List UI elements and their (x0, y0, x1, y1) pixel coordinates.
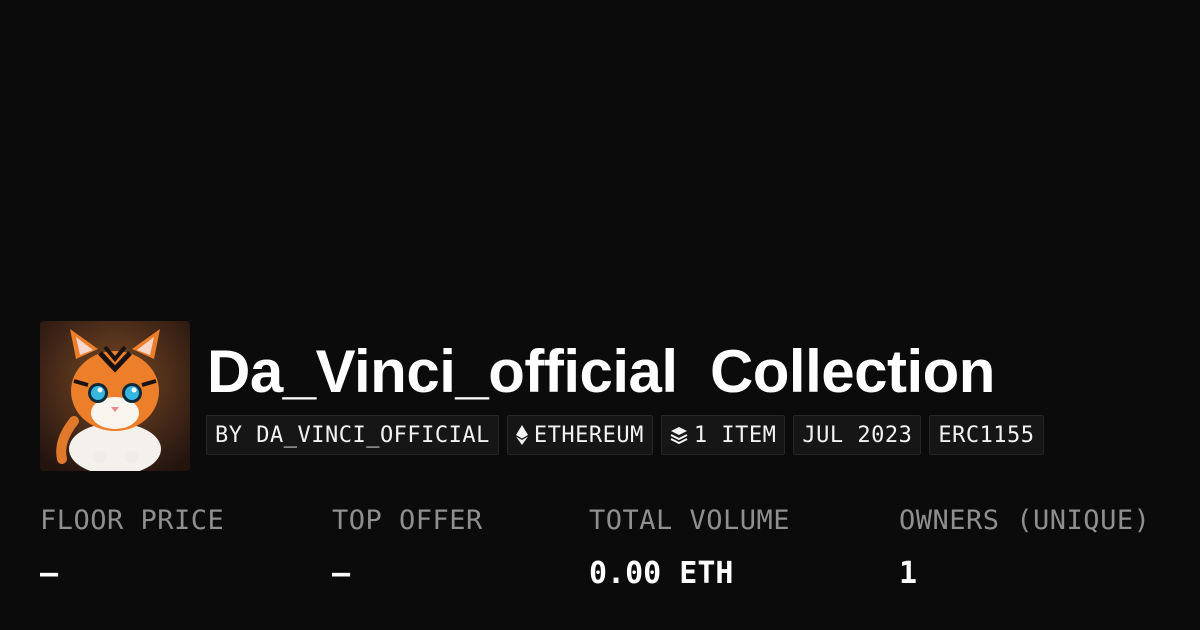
standard-chip: ERC1155 (929, 415, 1044, 455)
collection-title: Da_Vinci_official Collection (207, 334, 995, 410)
collection-suffix: Collection (709, 338, 996, 405)
floor-price-value: — (40, 556, 59, 591)
chain-label: ETHEREUM (533, 422, 644, 448)
date-label: JUL 2023 (802, 422, 913, 448)
floor-price-stat: FLOOR PRICE — (40, 503, 224, 592)
top-offer-stat: TOP OFFER — (332, 503, 483, 592)
top-offer-label: TOP OFFER (332, 505, 483, 536)
items-label: 1 ITEM (693, 422, 777, 448)
collection-name[interactable]: Da_Vinci_official (207, 338, 678, 405)
owners-value: 1 (899, 556, 918, 591)
floor-price-label: FLOOR PRICE (40, 505, 225, 536)
collection-chips: BY DA_VINCI_OFFICIAL ETHEREUM 1 ITEM JUL… (206, 415, 1044, 455)
owners-stat: OWNERS (UNIQUE) 1 (899, 503, 1150, 592)
ethereum-icon (515, 425, 528, 445)
standard-label: ERC1155 (938, 422, 1035, 448)
layers-icon (670, 427, 688, 444)
creator-chip[interactable]: BY DA_VINCI_OFFICIAL (206, 415, 499, 455)
tiger-cub-avatar (40, 321, 190, 471)
date-chip: JUL 2023 (793, 415, 922, 455)
items-chip[interactable]: 1 ITEM (660, 415, 786, 455)
creator-label: BY DA_VINCI_OFFICIAL (215, 422, 490, 448)
total-volume-stat: TOTAL VOLUME 0.00 ETH (589, 503, 790, 592)
chain-chip[interactable]: ETHEREUM (506, 415, 653, 455)
top-offer-value: — (332, 556, 351, 591)
collection-avatar[interactable] (40, 321, 190, 471)
total-volume-label: TOTAL VOLUME (589, 505, 791, 536)
total-volume-value: 0.00 ETH (589, 556, 734, 591)
owners-label: OWNERS (UNIQUE) (899, 505, 1151, 536)
